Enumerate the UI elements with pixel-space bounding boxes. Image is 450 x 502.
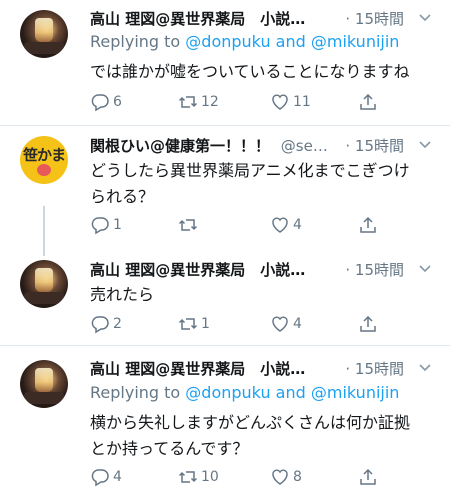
reply-icon [91,469,109,487]
avatar[interactable] [20,360,68,408]
tweet-actions: 1 4 [90,215,390,237]
display-name[interactable]: 高山 理図@異世界薬局 小説… [90,10,305,28]
display-name[interactable]: 関根ひい@健康第一！！！ [90,137,270,155]
tweet-actions: 2 1 4 [90,314,390,336]
timestamp[interactable]: · 15時間 [345,259,404,280]
reply-icon [91,316,109,334]
retweet-button[interactable]: 12 [178,92,219,112]
reply-button[interactable]: 4 [90,467,122,487]
share-button[interactable] [358,314,378,334]
tweet-text: では誰かが嘘をついていることになりますね [90,62,410,81]
tweet-text: どうしたら異世界薬局アニメ化までこぎつけ られる？ [90,161,410,206]
reply-mentions-link[interactable]: @donpuku and @mikunijin [185,32,399,51]
reply-icon [91,217,109,235]
heart-icon [272,469,288,485]
replying-to: Replying to @donpuku and @mikunijin [90,383,400,402]
retweet-icon [178,219,198,231]
like-button[interactable]: 4 [270,215,302,235]
share-button[interactable] [358,215,378,235]
tweet[interactable]: 高山 理図@異世界薬局 小説… · 15時間 Replying to @donp… [0,346,450,502]
timestamp[interactable]: · 15時間 [345,358,404,379]
display-name[interactable]: 高山 理図@異世界薬局 小説… [90,360,305,378]
retweet-button[interactable]: 1 [178,314,210,334]
heart-icon [272,316,288,332]
tweet-actions: 6 12 11 [90,92,390,114]
retweet-count: 10 [201,469,219,485]
like-button[interactable]: 4 [270,314,302,334]
avatar[interactable] [20,260,68,308]
retweet-icon [178,471,198,483]
reply-count: 4 [113,469,122,485]
avatar[interactable]: 笹かま [20,136,68,184]
tweet-text: 売れたら [90,285,155,304]
chevron-down-icon[interactable] [418,11,432,25]
tweet[interactable]: 笹かま 関根ひい@健康第一！！！ @se… · 15時間 どうしたら異世界薬局ア… [0,126,450,246]
display-name[interactable]: 高山 理図@異世界薬局 小説… [90,261,305,279]
reply-icon [91,94,109,112]
tweet-text: 横から失礼しますがどんぷくさんは何か証拠 とか持ってるんです？ [90,413,411,458]
share-icon [360,216,376,233]
share-button[interactable] [358,92,378,112]
reply-count: 2 [113,316,122,332]
reply-button[interactable]: 1 [90,215,122,235]
reply-count: 1 [113,217,122,233]
like-count: 4 [293,316,302,332]
like-button[interactable]: 11 [270,92,311,112]
avatar[interactable] [20,10,68,58]
retweet-button[interactable]: 10 [178,467,219,487]
timestamp[interactable]: · 15時間 [345,135,404,156]
retweet-icon [178,96,198,108]
avatar-logo-text: 笹かま [22,146,66,164]
tweet-actions: 4 10 8 [90,467,390,489]
retweet-button[interactable] [178,215,201,235]
reply-count: 6 [113,94,122,110]
share-icon [360,315,376,332]
user-handle[interactable]: @se… [281,137,328,155]
like-count: 4 [293,217,302,233]
heart-icon [272,94,288,110]
reply-mentions-link[interactable]: @donpuku and @mikunijin [185,383,399,402]
replying-to: Replying to @donpuku and @mikunijin [90,32,400,51]
like-button[interactable]: 8 [270,467,302,487]
chevron-down-icon[interactable] [418,361,432,375]
like-count: 8 [293,469,302,485]
retweet-count: 12 [201,94,219,110]
share-button[interactable] [358,467,378,487]
heart-icon [272,217,288,233]
chevron-down-icon[interactable] [418,262,432,276]
retweet-count: 1 [201,316,210,332]
tweet[interactable]: 高山 理図@異世界薬局 小説… · 15時間 売れたら 2 1 4 [0,250,450,345]
tweet[interactable]: 高山 理図@異世界薬局 小説… · 15時間 Replying to @donp… [0,0,450,125]
share-icon [360,93,376,110]
reply-button[interactable]: 6 [90,92,122,112]
retweet-icon [178,318,198,330]
timestamp[interactable]: · 15時間 [345,8,404,29]
reply-button[interactable]: 2 [90,314,122,334]
share-icon [360,468,376,485]
chevron-down-icon[interactable] [418,138,432,152]
like-count: 11 [293,94,311,110]
